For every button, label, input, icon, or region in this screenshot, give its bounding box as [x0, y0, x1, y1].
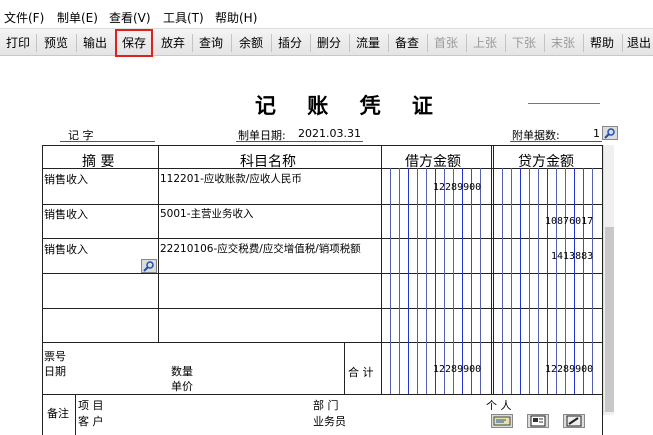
person-label: 个 人	[486, 399, 512, 412]
row3-credit[interactable]: 1413883	[551, 251, 593, 262]
bill-no-label: 票号	[44, 350, 66, 363]
row1-summary[interactable]: 销售收入	[44, 171, 88, 187]
header-credit: 贷方金额	[518, 154, 574, 170]
header-account: 科目名称	[240, 154, 296, 170]
credit-total: 12289900	[545, 364, 594, 375]
row2-account[interactable]: 5001-主营业务收入	[160, 206, 254, 221]
row3-account[interactable]: 22210106-应交税费/应交增值税/销项税额	[160, 241, 361, 256]
row3-summary[interactable]: 销售收入	[44, 241, 88, 257]
debit-total: 12289900	[433, 364, 482, 375]
card-icon[interactable]	[491, 414, 513, 428]
vertical-scrollbar[interactable]	[603, 145, 614, 415]
department-label: 部 门	[313, 399, 339, 412]
header-debit: 借方金额	[405, 154, 461, 170]
row1-debit[interactable]: 12289900	[433, 182, 481, 193]
bill-date-label: 日期	[44, 365, 66, 378]
edit-icon[interactable]	[563, 414, 585, 428]
salesperson-label: 业务员	[313, 415, 346, 428]
customer-label: 客 户	[78, 415, 104, 428]
row2-credit[interactable]: 10876017	[545, 216, 593, 227]
remarks-label: 备注	[47, 407, 69, 420]
row2-summary[interactable]: 销售收入	[44, 206, 88, 222]
row1-account[interactable]: 112201-应收账款/应收人民币	[160, 171, 302, 186]
scrollbar-thumb[interactable]	[605, 227, 614, 412]
quantity-label: 数量	[171, 365, 193, 378]
header-summary: 摘 要	[82, 154, 115, 170]
project-label: 项 目	[78, 399, 104, 412]
total-label: 合 计	[348, 366, 374, 379]
price-label: 单价	[171, 380, 193, 393]
summary-search-icon[interactable]	[141, 259, 157, 273]
document-icon[interactable]	[527, 414, 549, 428]
